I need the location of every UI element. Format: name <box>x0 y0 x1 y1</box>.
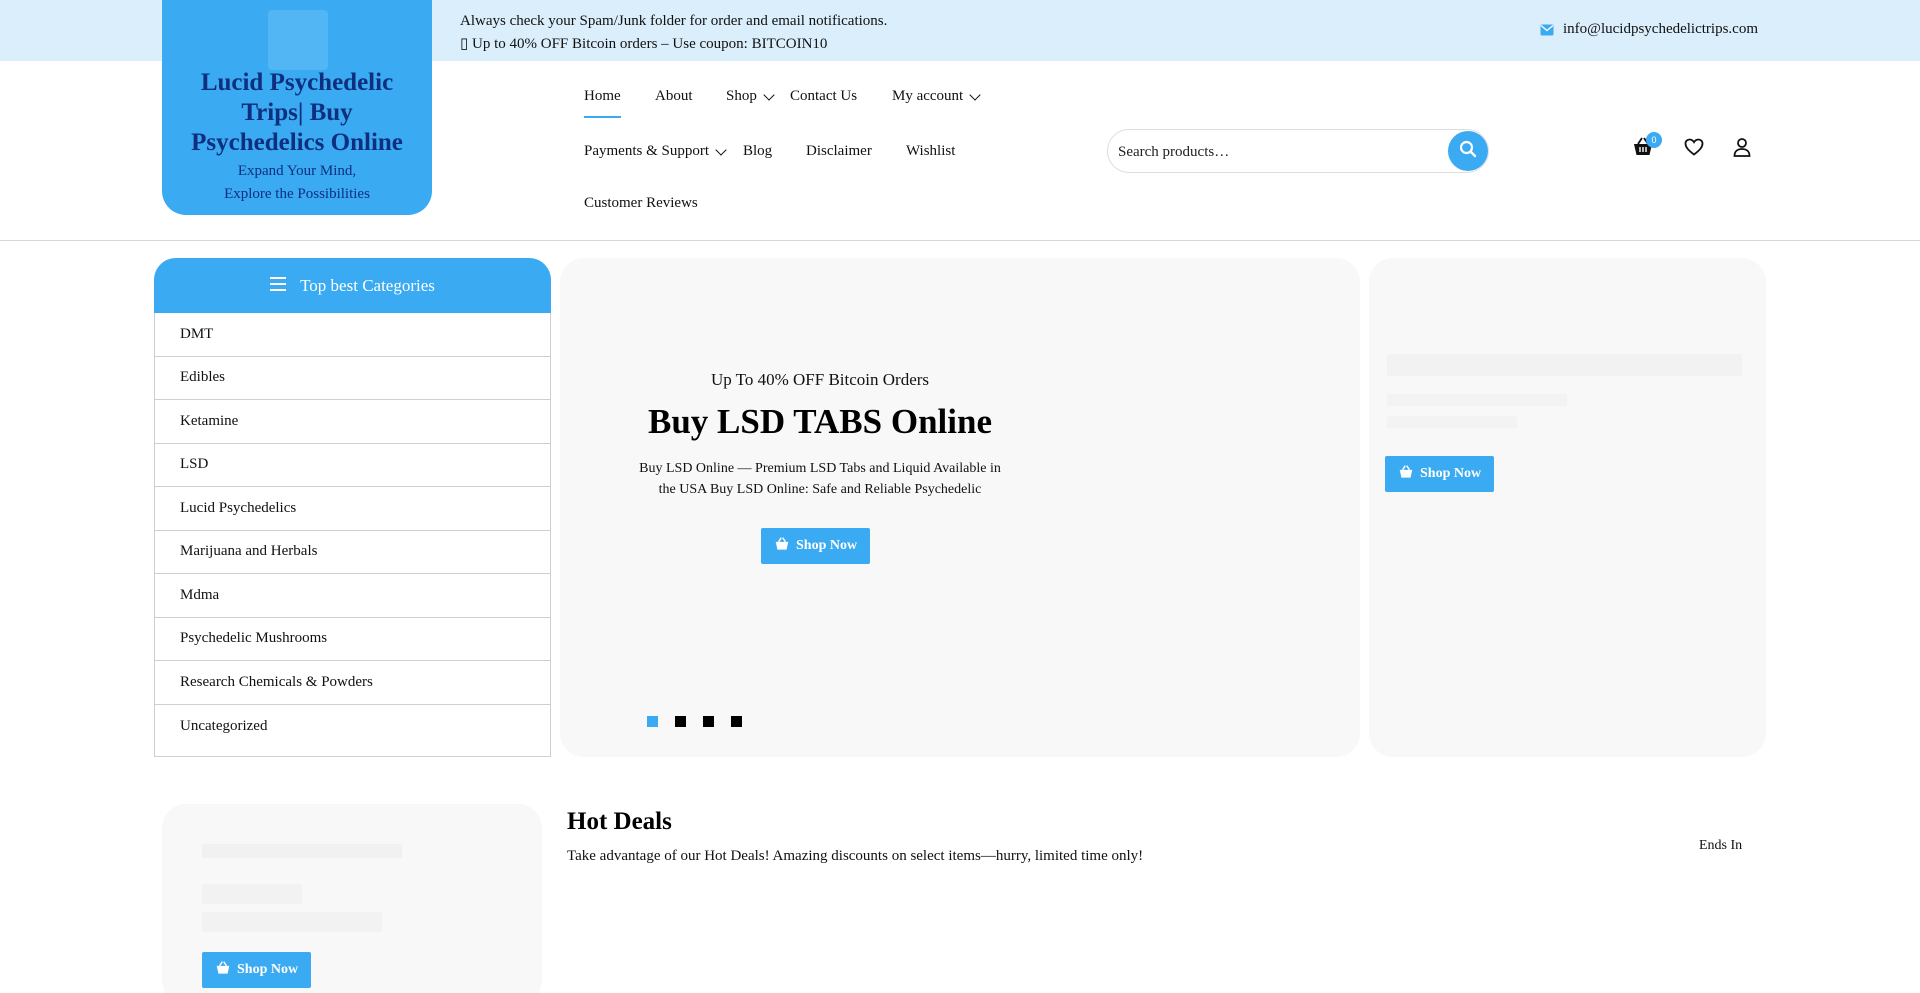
slider-dot-3[interactable] <box>703 716 714 727</box>
hamburger-menu-icon <box>270 276 287 296</box>
side-promo-card <box>1369 258 1766 757</box>
envelope-icon <box>1540 24 1554 36</box>
hero-subtitle: Up To 40% OFF Bitcoin Orders <box>710 370 930 389</box>
slider-dot-2[interactable] <box>675 716 686 727</box>
side-shop-now-button[interactable]: Shop Now <box>1385 456 1495 492</box>
header-divider <box>0 240 1920 241</box>
hero-slider <box>560 258 1360 757</box>
tagline-line-1: Expand Your Mind, <box>237 163 357 179</box>
category-item-lsd[interactable]: LSD <box>155 444 550 487</box>
nav-reviews-label: Customer Reviews <box>584 195 698 211</box>
category-item-research-chemicals[interactable]: Research Chemicals & Powders <box>155 661 550 705</box>
category-item-uncategorized[interactable]: Uncategorized <box>155 705 550 749</box>
site-logo[interactable]: Lucid Psychedelic Trips| Buy Psychedelic… <box>162 0 432 215</box>
nav-customer-reviews[interactable]: Customer Reviews <box>584 195 698 212</box>
faded-text-placeholder <box>202 844 402 858</box>
categories-panel: Top best Categories DMT Edibles Ketamine… <box>154 258 551 757</box>
site-title[interactable]: Lucid Psychedelic Trips| Buy Psychedelic… <box>172 68 422 158</box>
faded-heading-placeholder <box>1387 354 1742 376</box>
chevron-down-icon <box>715 143 727 156</box>
nav-disclaimer-label: Disclaimer <box>806 143 872 159</box>
nav-my-account[interactable]: My account <box>892 88 981 105</box>
account-button[interactable] <box>1729 136 1755 162</box>
shop-now-label: Shop Now <box>796 538 858 553</box>
slider-dot-4[interactable] <box>731 716 742 727</box>
nav-disclaimer[interactable]: Disclaimer <box>806 143 872 160</box>
nav-payments-support[interactable]: Payments & Support <box>584 143 727 160</box>
nav-home[interactable]: Home <box>584 88 621 118</box>
search-input[interactable] <box>1118 140 1418 164</box>
categories-heading: Top best Categories <box>300 275 435 295</box>
user-icon <box>1733 137 1751 162</box>
nav-account-label: My account <box>892 88 964 104</box>
faded-text-placeholder <box>1387 394 1567 406</box>
faded-text-placeholder <box>1387 416 1517 428</box>
nav-wishlist-label: Wishlist <box>906 143 956 159</box>
nav-contact-label: Contact Us <box>790 88 858 104</box>
slider-dot-1[interactable] <box>647 716 658 727</box>
shop-now-label: Shop Now <box>237 962 299 977</box>
basket-icon <box>774 536 790 556</box>
basket-icon <box>215 960 231 980</box>
hero-title: Buy LSD TABS Online <box>648 402 992 441</box>
category-item-marijuana-herbals[interactable]: Marijuana and Herbals <box>155 531 550 574</box>
categories-header[interactable]: Top best Categories <box>154 258 551 313</box>
nav-blog[interactable]: Blog <box>743 143 772 160</box>
nav-shop-label: Shop <box>726 88 757 104</box>
basket-icon <box>1398 464 1414 484</box>
nav-home-label: Home <box>584 88 621 104</box>
shop-now-label: Shop Now <box>1420 466 1482 481</box>
category-item-dmt[interactable]: DMT <box>155 313 550 357</box>
chevron-down-icon <box>969 88 981 101</box>
email-address: info@lucidpsychedelictrips.com <box>1562 21 1758 37</box>
announcement-text: Always check your Spam/Junk folder for o… <box>460 10 887 56</box>
nav-contact[interactable]: Contact Us <box>790 88 857 105</box>
nav-payments-label: Payments & Support <box>584 143 710 159</box>
hero-description: Buy LSD Online — Premium LSD Tabs and Li… <box>639 461 1001 497</box>
hot-deals-description: Take advantage of our Hot Deals! Amazing… <box>567 848 1144 864</box>
site-tagline: Expand Your Mind, Explore the Possibilit… <box>172 160 422 206</box>
contact-email-link[interactable]: info@lucidpsychedelictrips.com <box>1540 21 1758 38</box>
hero-slide-content: Up To 40% OFF Bitcoin Orders Buy LSD TAB… <box>630 370 1010 500</box>
deals-ends-in-label: Ends In <box>1699 838 1743 853</box>
category-item-lucid-psychedelics[interactable]: Lucid Psychedelics <box>155 487 550 531</box>
promo-shop-now-button[interactable]: Shop Now <box>202 952 312 988</box>
slider-pagination <box>647 716 742 727</box>
faded-heading-placeholder <box>202 884 302 904</box>
category-item-mdma[interactable]: Mdma <box>155 574 550 618</box>
search-button[interactable] <box>1448 131 1488 171</box>
nav-blog-label: Blog <box>743 143 773 159</box>
product-search <box>1107 129 1489 173</box>
nav-wishlist[interactable]: Wishlist <box>906 143 955 160</box>
category-list: DMT Edibles Ketamine LSD Lucid Psychedel… <box>155 313 550 748</box>
hero-shop-now-button[interactable]: Shop Now <box>761 528 871 564</box>
wishlist-button[interactable] <box>1681 136 1707 162</box>
heart-icon <box>1684 138 1704 161</box>
faded-heading-placeholder <box>202 912 382 932</box>
nav-about-label: About <box>655 88 693 104</box>
chevron-down-icon <box>763 88 775 101</box>
cart-count-badge: 0 <box>1646 132 1662 148</box>
logo-mark-icon <box>268 10 328 70</box>
tagline-line-2: Explore the Possibilities <box>224 186 370 202</box>
search-icon <box>1459 140 1477 163</box>
nav-about[interactable]: About <box>655 88 693 105</box>
nav-shop[interactable]: Shop <box>726 88 775 105</box>
hot-deals-title: Hot Deals <box>567 808 672 835</box>
category-item-edibles[interactable]: Edibles <box>155 357 550 400</box>
announcement-line-coupon: ▯ Up to 40% OFF Bitcoin orders – Use cou… <box>460 36 828 52</box>
category-item-psychedelic-mushrooms[interactable]: Psychedelic Mushrooms <box>155 618 550 661</box>
category-item-ketamine[interactable]: Ketamine <box>155 400 550 444</box>
announcement-line-spam: Always check your Spam/Junk folder for o… <box>460 13 888 29</box>
